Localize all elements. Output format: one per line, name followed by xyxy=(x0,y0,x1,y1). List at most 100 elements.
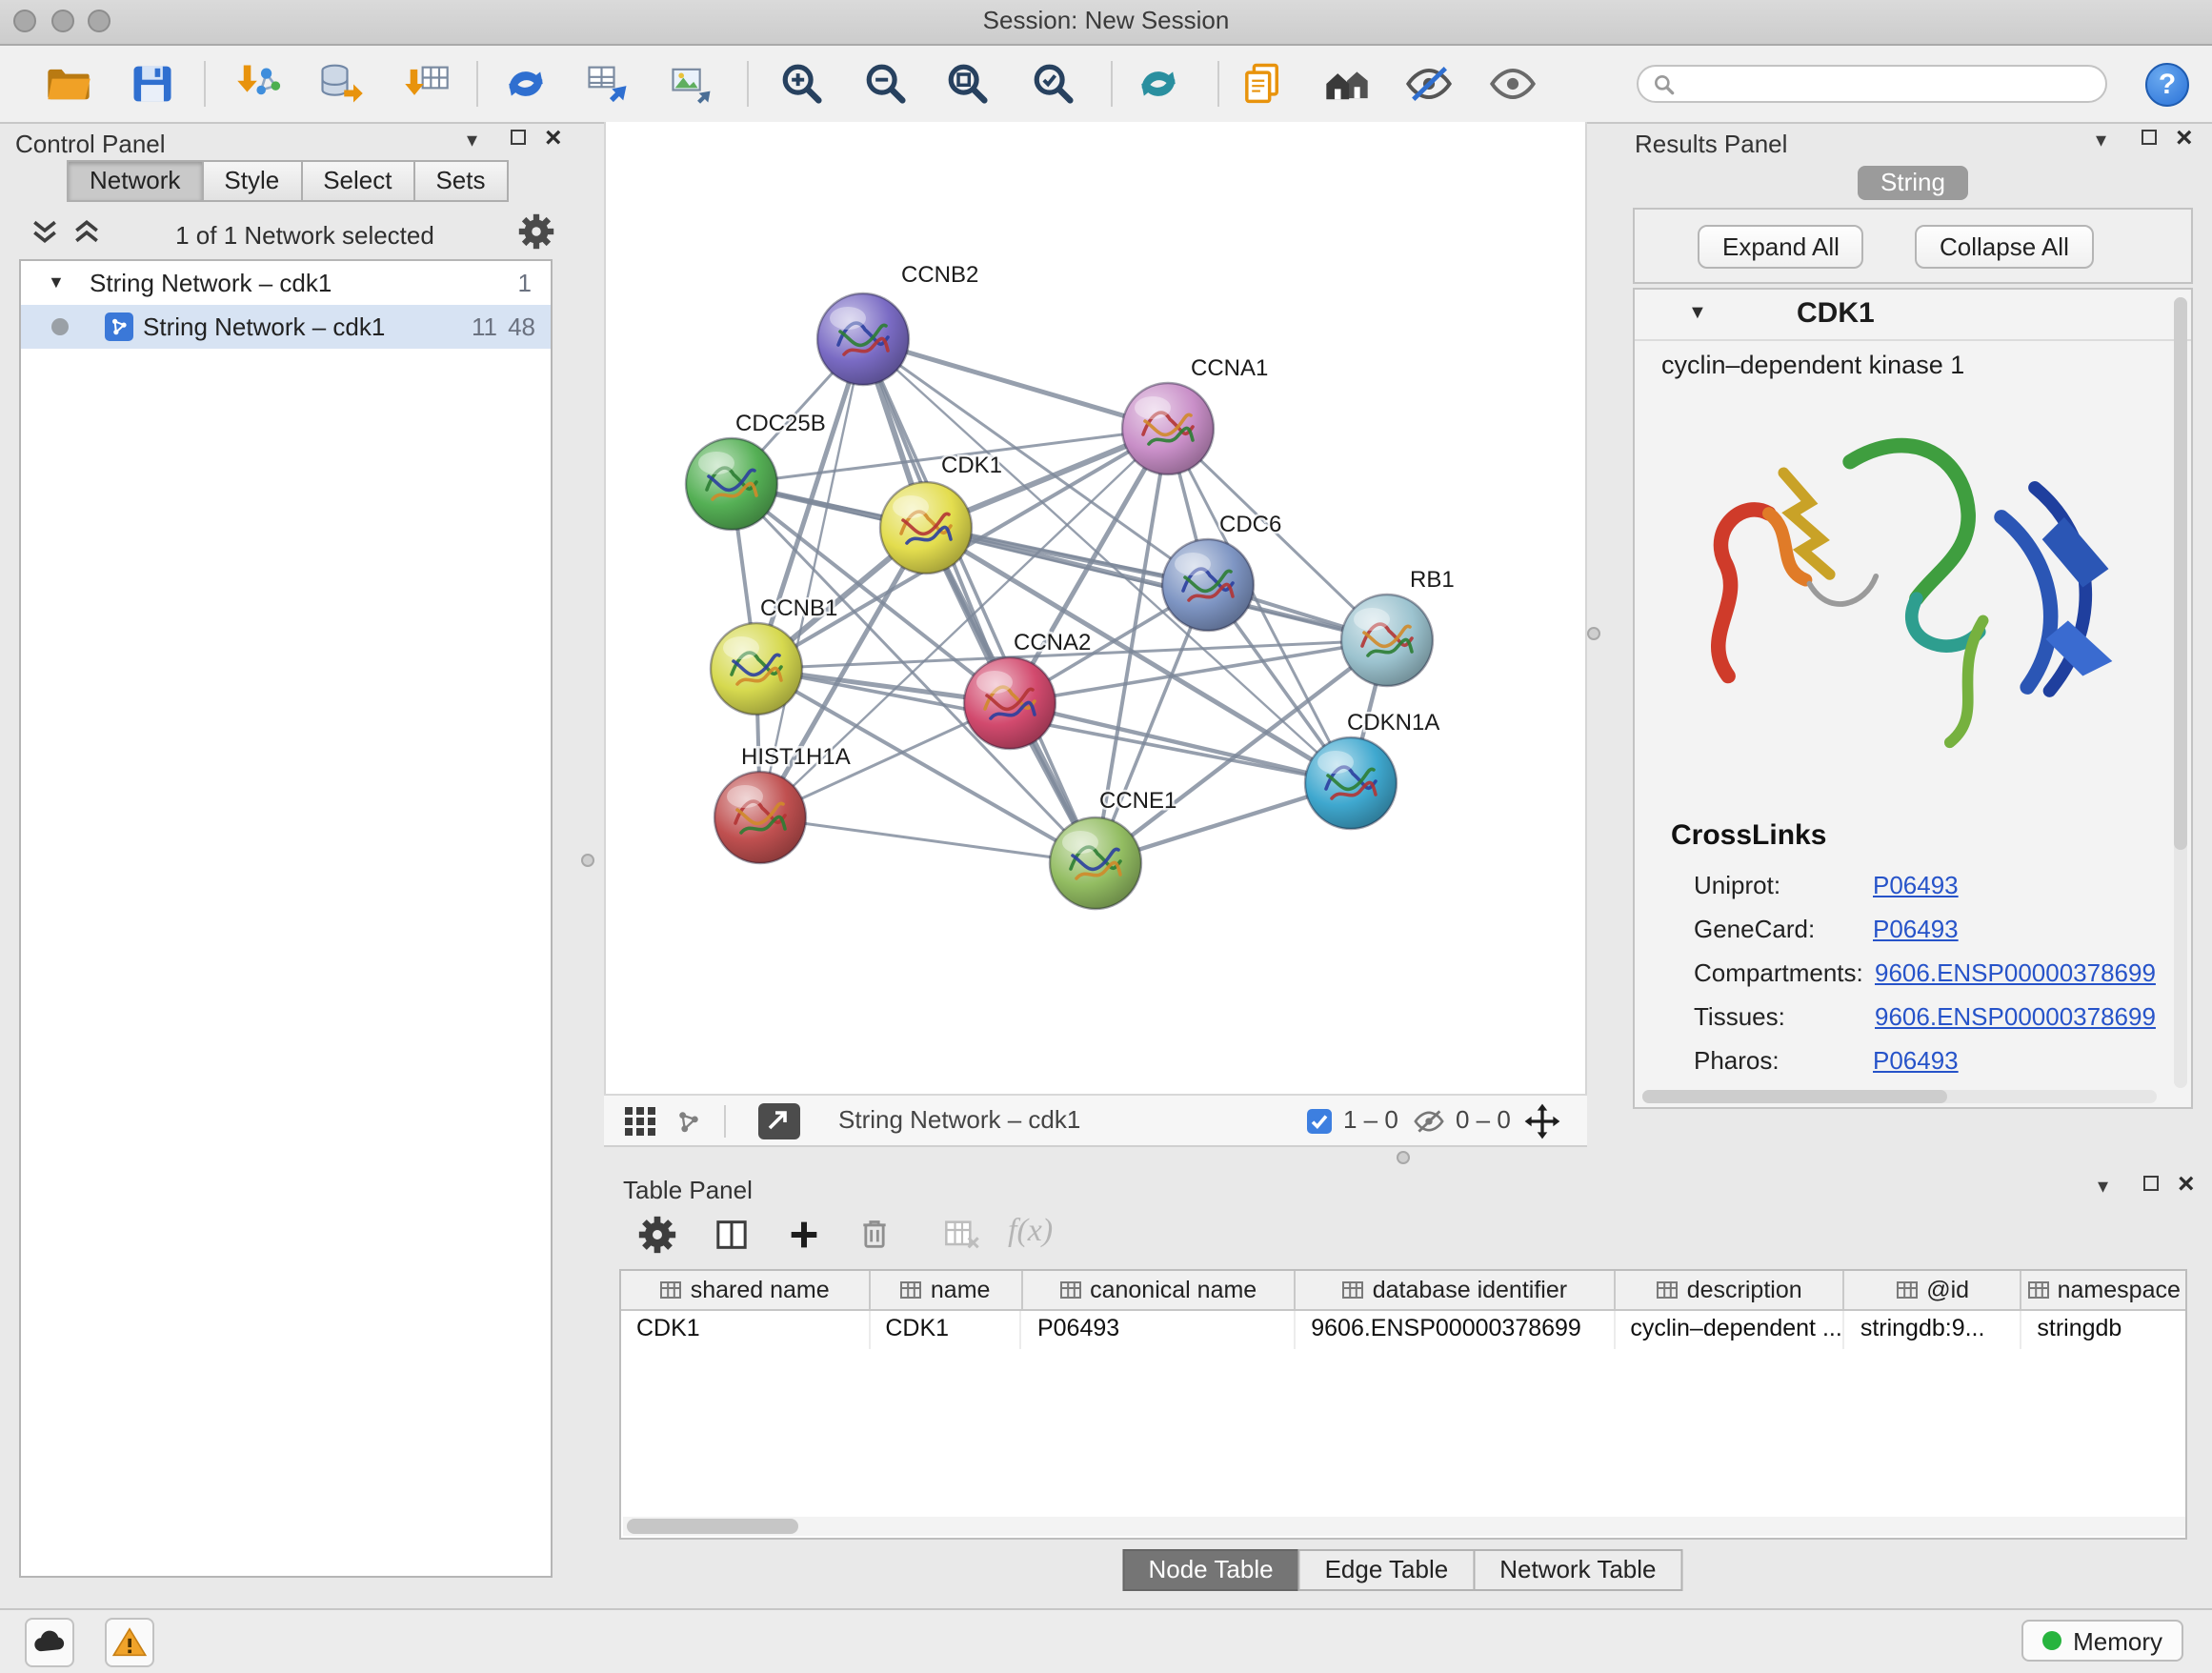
zoom-fit-button[interactable] xyxy=(939,55,996,112)
column-header[interactable]: canonical name xyxy=(1022,1271,1296,1309)
cloud-button[interactable] xyxy=(25,1618,74,1667)
network-edge[interactable] xyxy=(926,528,1387,640)
close-panel-icon[interactable]: × xyxy=(545,130,562,149)
hide-graphics-details-button[interactable] xyxy=(1400,55,1458,112)
home-button[interactable] xyxy=(1318,55,1376,112)
tab-string[interactable]: String xyxy=(1858,166,1968,200)
column-header[interactable]: name xyxy=(870,1271,1022,1309)
network-overview-icon[interactable] xyxy=(673,1105,705,1138)
tab-node-table[interactable]: Node Table xyxy=(1121,1549,1299,1591)
column-header[interactable]: database identifier xyxy=(1296,1271,1615,1309)
table-row[interactable]: CDK1 CDK1 P06493 9606.ENSP00000378699 cy… xyxy=(621,1311,2185,1349)
add-column-icon[interactable] xyxy=(785,1216,823,1254)
float-panel-icon[interactable] xyxy=(511,130,526,145)
network-edge[interactable] xyxy=(863,339,1168,429)
table-cell[interactable]: P06493 xyxy=(1022,1311,1296,1349)
vertical-scrollbar[interactable] xyxy=(2174,297,2187,1088)
column-header[interactable]: shared name xyxy=(621,1271,870,1309)
delete-column-trash-icon[interactable] xyxy=(855,1214,894,1254)
import-network-file-button[interactable] xyxy=(231,55,288,112)
hidden-eye-slash-icon[interactable] xyxy=(1412,1105,1446,1138)
network-collection-row[interactable]: ▼ String Network – cdk1 1 xyxy=(21,261,551,305)
collapse-all-icon[interactable] xyxy=(30,219,59,244)
network-edge[interactable] xyxy=(760,817,1096,863)
zoom-out-button[interactable] xyxy=(857,55,915,112)
pan-move-icon[interactable] xyxy=(1522,1101,1562,1141)
table-cell[interactable]: CDK1 xyxy=(870,1311,1022,1349)
warning-button[interactable] xyxy=(105,1618,154,1667)
network-node-rb1[interactable]: RB1 xyxy=(1341,567,1455,686)
tab-edge-table[interactable]: Edge Table xyxy=(1298,1549,1476,1591)
birdseye-view-button[interactable] xyxy=(758,1103,800,1139)
network-node-ccnb1[interactable]: CCNB1 xyxy=(711,595,837,715)
tab-sets[interactable]: Sets xyxy=(412,160,508,202)
import-network-database-button[interactable] xyxy=(312,55,370,112)
close-panel-icon[interactable]: × xyxy=(2178,1176,2195,1195)
column-header[interactable]: @id xyxy=(1845,1271,2022,1309)
table-cell[interactable]: CDK1 xyxy=(621,1311,870,1349)
column-header[interactable]: description xyxy=(1616,1271,1845,1309)
network-node-ccna1[interactable]: CCNA1 xyxy=(1122,355,1268,474)
memory-button[interactable]: Memory xyxy=(2021,1620,2183,1662)
crosslink-link[interactable]: 9606.ENSP00000378699 xyxy=(1875,1002,2156,1031)
import-table-button[interactable] xyxy=(398,55,455,112)
collapse-triangle-icon[interactable]: ▼ xyxy=(1688,303,1707,324)
new-network-button[interactable] xyxy=(497,55,554,112)
table-cell[interactable]: stringdb:9... xyxy=(1845,1311,2022,1349)
splitter-handle[interactable] xyxy=(1397,1151,1410,1164)
crosslink-link[interactable]: 9606.ENSP00000378699 xyxy=(1875,958,2156,987)
help-button[interactable]: ? xyxy=(2145,63,2189,107)
crosslink-label: GeneCard: xyxy=(1694,915,1815,943)
network-node-cdk1[interactable]: CDK1 xyxy=(880,453,1002,574)
network-node-cdc25b[interactable]: CDC25B xyxy=(686,411,826,530)
collapse-panel-icon[interactable]: ▾ xyxy=(467,131,477,151)
crosslink-link[interactable]: P06493 xyxy=(1873,915,1959,943)
scrollbar-thumb[interactable] xyxy=(627,1519,798,1534)
show-graphics-details-button[interactable] xyxy=(1484,55,1541,112)
splitter-handle[interactable] xyxy=(581,854,594,867)
show-columns-icon[interactable] xyxy=(713,1216,751,1254)
search-input[interactable] xyxy=(1686,69,2092,99)
gene-section-header[interactable]: ▼ CDK1 xyxy=(1635,290,2191,341)
float-panel-icon[interactable] xyxy=(2143,1176,2159,1191)
network-node-hist1h1a[interactable]: HIST1H1A xyxy=(714,744,851,863)
zoom-in-button[interactable] xyxy=(774,55,831,112)
table-cell[interactable]: cyclin–dependent ... xyxy=(1615,1311,1844,1349)
crosslink-link[interactable]: P06493 xyxy=(1873,1046,1959,1075)
network-edge[interactable] xyxy=(863,339,1096,863)
expand-all-button[interactable]: Expand All xyxy=(1698,225,1864,269)
table-cell[interactable]: 9606.ENSP00000378699 xyxy=(1296,1311,1615,1349)
table-options-gear-icon[interactable] xyxy=(638,1216,676,1254)
horizontal-scrollbar[interactable] xyxy=(1642,1090,2157,1103)
expand-all-icon[interactable] xyxy=(72,219,101,244)
selected-checkbox[interactable] xyxy=(1307,1109,1332,1134)
tab-select[interactable]: Select xyxy=(300,160,414,202)
crosslink-link[interactable]: P06493 xyxy=(1873,871,1959,899)
grid-view-icon[interactable] xyxy=(625,1107,657,1136)
splitter-handle[interactable] xyxy=(1587,627,1600,640)
new-table-button[interactable] xyxy=(579,55,636,112)
zoom-selected-button[interactable] xyxy=(1025,55,1082,112)
network-view-canvas[interactable]: CCNB2CCNA1CDC25BCDK1CDC6RB1CCNB1CCNA2CDK… xyxy=(604,122,1587,1094)
collapse-panel-icon[interactable]: ▾ xyxy=(2096,131,2106,151)
float-panel-icon[interactable] xyxy=(2142,130,2157,145)
export-image-button[interactable] xyxy=(663,55,720,112)
table-cell[interactable]: stringdb xyxy=(2021,1311,2185,1349)
network-row[interactable]: String Network – cdk1 11 48 xyxy=(21,305,551,349)
close-panel-icon[interactable]: × xyxy=(2176,130,2193,149)
collapse-all-button[interactable]: Collapse All xyxy=(1915,225,2094,269)
horizontal-scrollbar[interactable] xyxy=(623,1517,2187,1536)
tab-network-table[interactable]: Network Table xyxy=(1473,1549,1682,1591)
column-header[interactable]: namespace xyxy=(2021,1271,2185,1309)
collapse-triangle-icon[interactable]: ▼ xyxy=(48,261,65,305)
string-network-graph[interactable]: CCNB2CCNA1CDC25BCDK1CDC6RB1CCNB1CCNA2CDK… xyxy=(606,122,1585,1094)
tab-style[interactable]: Style xyxy=(201,160,302,202)
tab-network[interactable]: Network xyxy=(67,160,203,202)
open-session-button[interactable] xyxy=(40,55,97,112)
network-options-gear-icon[interactable] xyxy=(518,213,554,250)
copy-button[interactable] xyxy=(1233,55,1290,112)
collapse-panel-icon[interactable]: ▾ xyxy=(2098,1178,2108,1197)
refresh-button[interactable] xyxy=(1130,55,1187,112)
network-node-cdkn1a[interactable]: CDKN1A xyxy=(1305,710,1439,829)
save-session-button[interactable] xyxy=(124,55,181,112)
